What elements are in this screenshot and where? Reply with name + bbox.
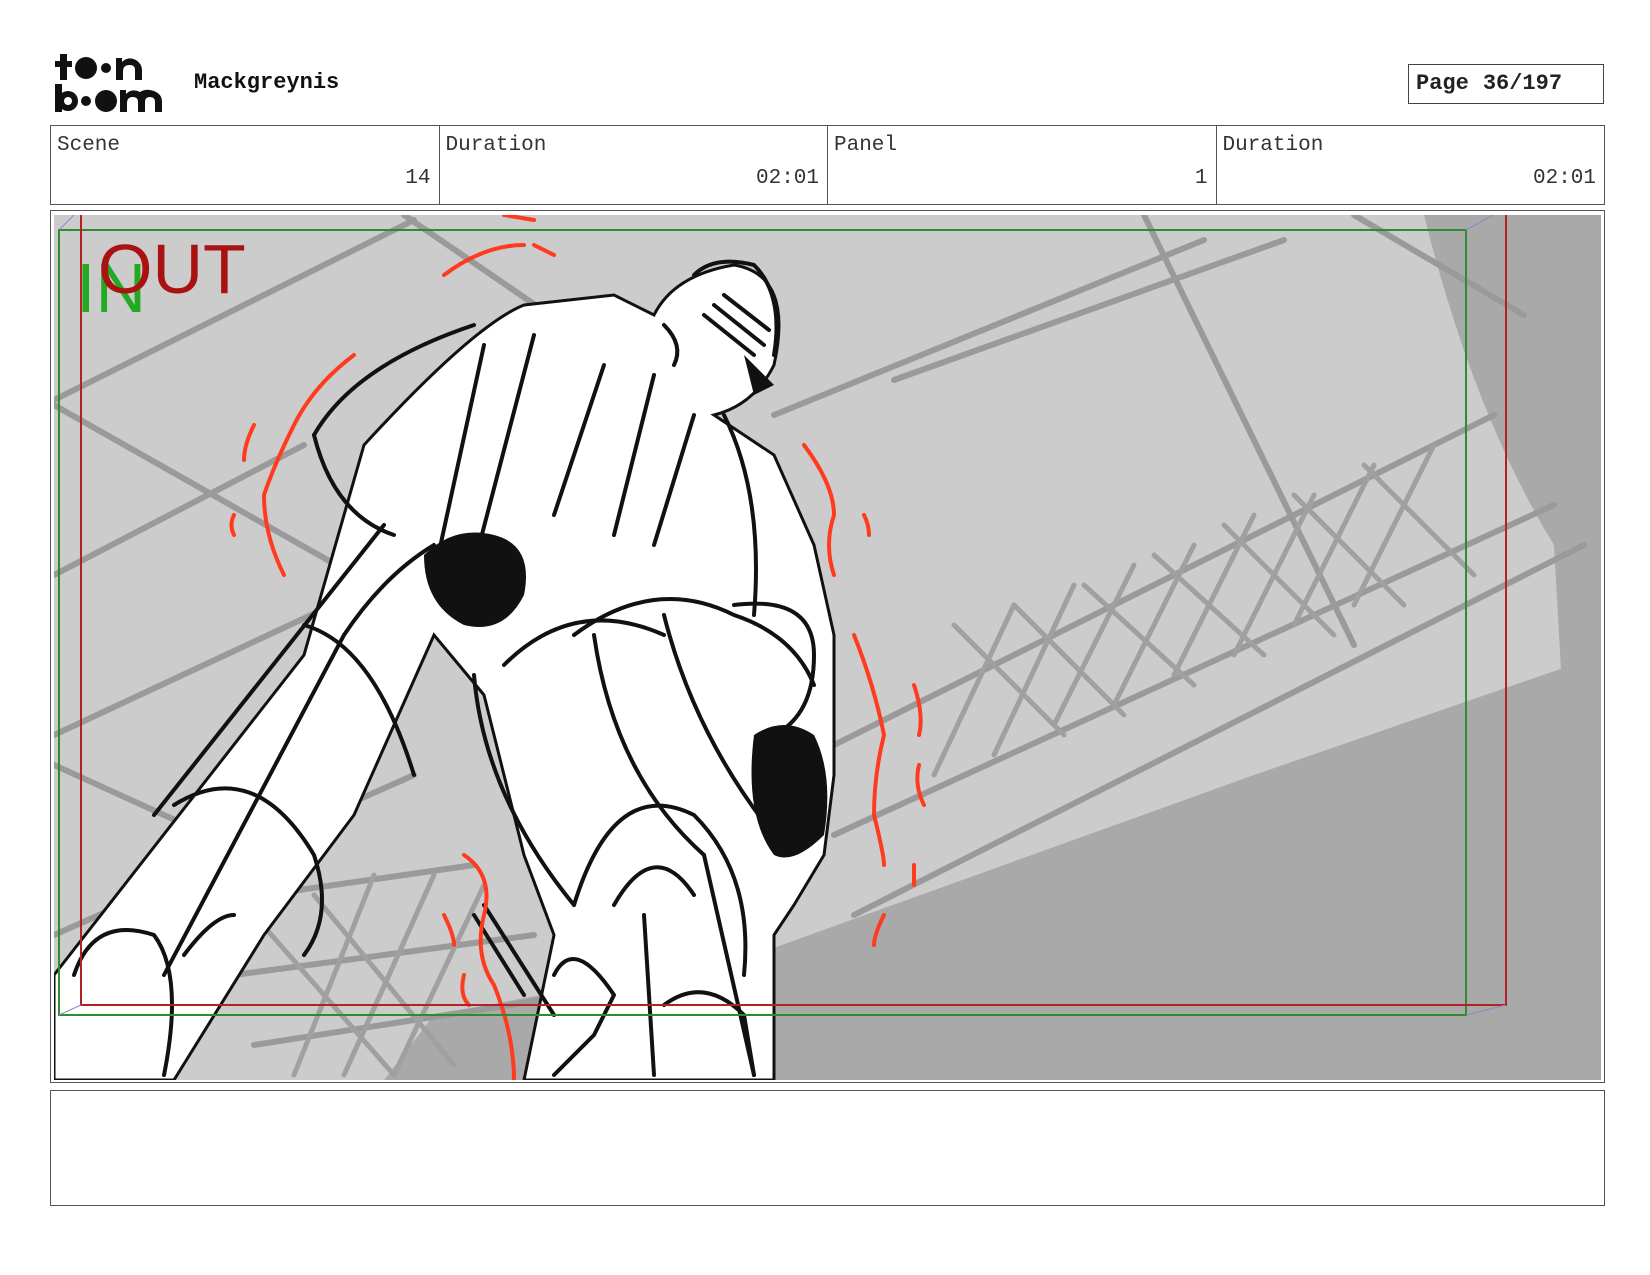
out-marker: OUT xyxy=(98,230,246,308)
panel-notes-box xyxy=(50,1090,1605,1206)
page-indicator: Page 36/197 xyxy=(1408,64,1604,104)
panel-value: 1 xyxy=(1194,167,1208,190)
panel-duration-label: Duration xyxy=(1222,134,1324,157)
toon-boom-logo xyxy=(54,52,170,114)
scene-cell: Scene 14 xyxy=(51,126,440,204)
page-label: Page xyxy=(1416,71,1469,96)
storyboard-panel-image: IN OUT xyxy=(51,207,1601,1082)
panel-label: Panel xyxy=(834,134,898,157)
project-title: Mackgreynis xyxy=(194,70,340,95)
scene-duration-label: Duration xyxy=(445,134,547,157)
panel-cell: Panel 1 xyxy=(828,126,1217,204)
page-number: 36/197 xyxy=(1482,71,1563,96)
scene-value: 14 xyxy=(405,167,431,190)
panel-duration-value: 02:01 xyxy=(1532,167,1596,190)
scene-duration-cell: Duration 02:01 xyxy=(440,126,828,204)
scene-duration-value: 02:01 xyxy=(755,167,819,190)
panel-info-table: Scene 14 Duration 02:01 Panel 1 Duration… xyxy=(50,125,1605,205)
panel-duration-cell: Duration 02:01 xyxy=(1217,126,1605,204)
scene-label: Scene xyxy=(57,134,121,157)
